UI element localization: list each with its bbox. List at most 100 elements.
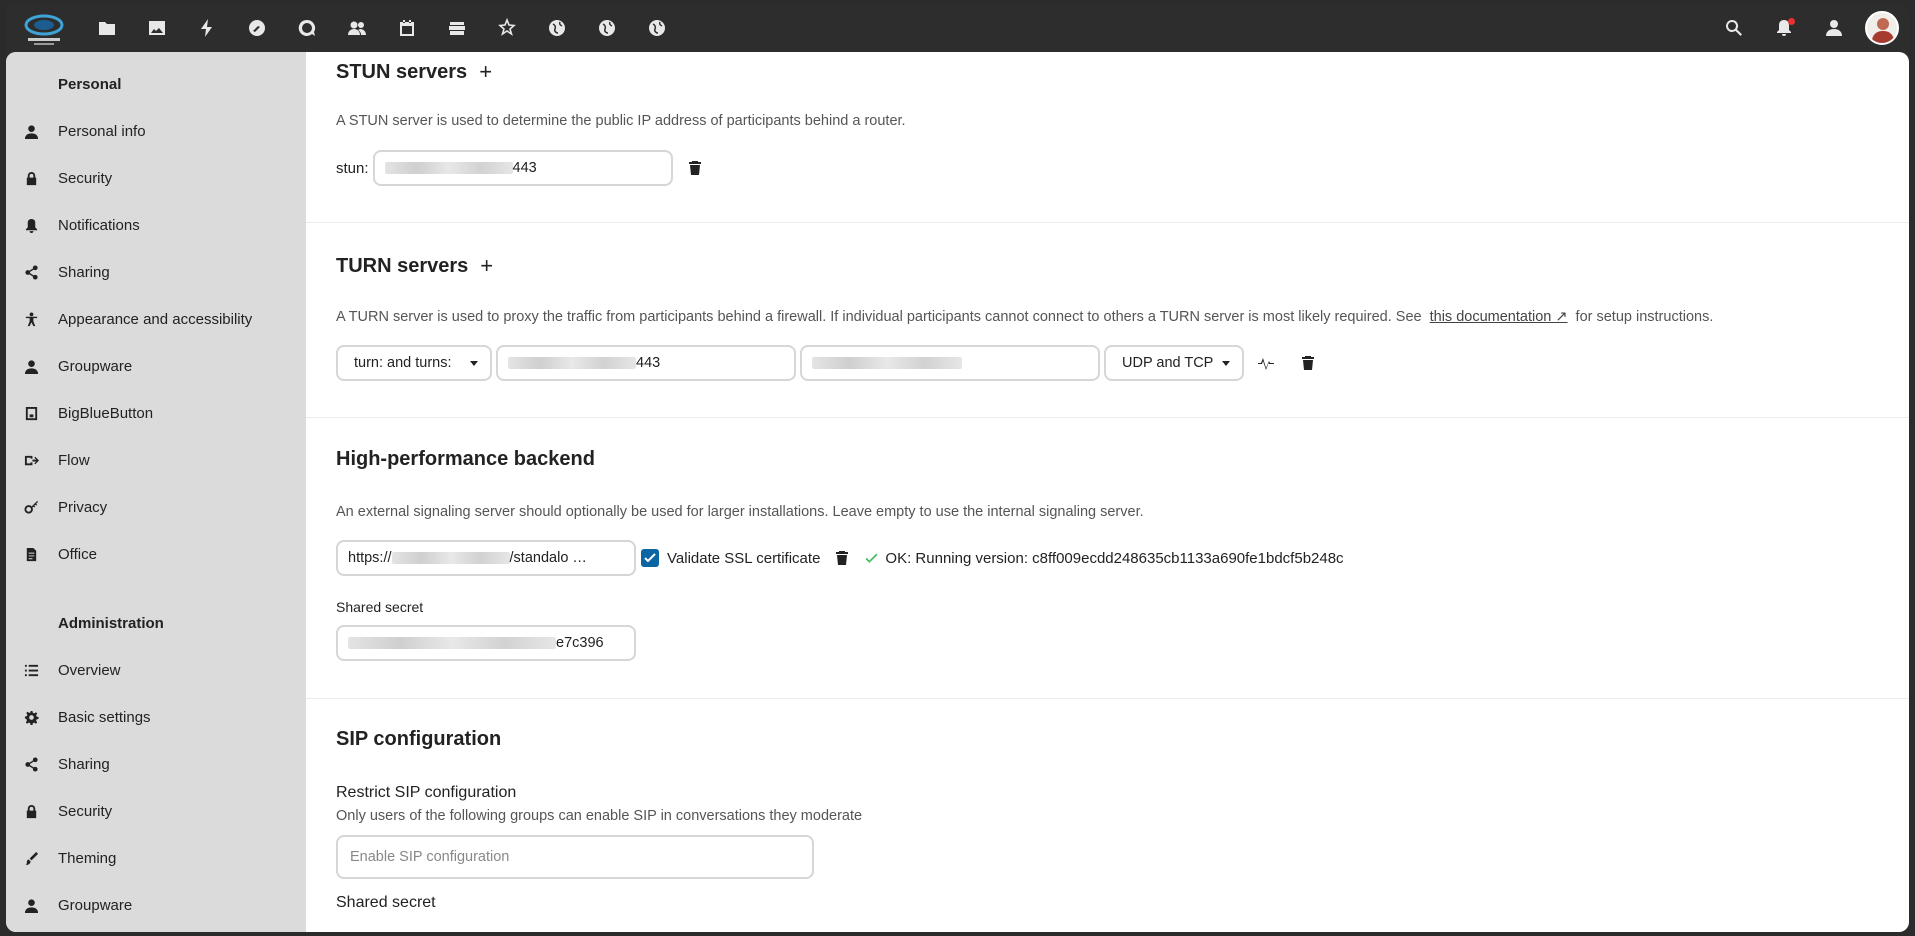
globe-icon[interactable] xyxy=(532,4,582,52)
sidebar-item-label: Personal info xyxy=(58,123,146,140)
redacted-value xyxy=(391,552,510,564)
sidebar-item-appearance-and-accessibility[interactable]: Appearance and accessibility xyxy=(6,296,306,343)
stun-title: STUN servers xyxy=(336,60,468,83)
restrict-sip-title: Restrict SIP configuration xyxy=(336,784,517,801)
sidebar-item-label: BigBlueButton xyxy=(58,405,154,422)
redacted-value xyxy=(384,162,513,174)
documentation-link[interactable]: this documentation ↗ xyxy=(1430,309,1568,325)
stun-server-input[interactable]: 443 xyxy=(372,150,673,186)
delete-stun-button[interactable] xyxy=(673,150,717,186)
share-icon xyxy=(24,757,58,772)
tools-icon[interactable] xyxy=(232,4,282,52)
stun-section: STUN servers + A STUN server is used to … xyxy=(306,52,1909,223)
content-area: Personal Personal info Security Notificati… xyxy=(6,52,1909,932)
turn-title: TURN servers xyxy=(336,254,469,277)
share-icon xyxy=(24,265,58,280)
accessibility-icon xyxy=(24,312,58,327)
sidebar-item-label: Flow xyxy=(58,452,90,469)
calendar-icon[interactable] xyxy=(382,4,432,52)
sidebar-item-label: Office xyxy=(58,546,97,563)
talk-icon[interactable] xyxy=(282,4,332,52)
group-icon xyxy=(24,359,58,374)
photos-icon[interactable] xyxy=(132,4,182,52)
sidebar-item-label: Security xyxy=(58,170,113,187)
trash-icon xyxy=(1302,356,1314,370)
sidebar-item-label: Theming xyxy=(58,850,117,867)
presentation-icon xyxy=(24,406,58,421)
sip-title: SIP configuration xyxy=(336,728,502,750)
turn-protocol-select[interactable]: UDP and TCP xyxy=(1104,345,1244,381)
personal-heading: Personal xyxy=(58,76,122,93)
sidebar-item-personal-info[interactable]: Personal info xyxy=(6,108,306,155)
settings-sidebar: Personal Personal info Security Notificati… xyxy=(6,52,306,932)
contacts-menu-icon[interactable] xyxy=(1809,4,1859,52)
restrict-sip-description: Only users of the following groups can e… xyxy=(336,808,863,824)
sidebar-item-notifications[interactable]: Notifications xyxy=(6,202,306,249)
delete-turn-button[interactable] xyxy=(1288,345,1328,381)
logo[interactable] xyxy=(20,8,68,48)
sidebar-item-bigbluebutton[interactable]: BigBlueButton xyxy=(6,390,306,437)
sidebar-item-security[interactable]: Security xyxy=(6,788,306,835)
sidebar-item-groupware[interactable]: Groupware xyxy=(6,882,306,929)
sip-shared-secret-label: Shared secret xyxy=(336,894,436,911)
gear-icon xyxy=(24,710,58,725)
globe-icon[interactable] xyxy=(582,4,632,52)
shared-secret-input[interactable]: e7c396 xyxy=(336,625,636,661)
contacts-icon[interactable] xyxy=(332,4,382,52)
test-turn-button[interactable] xyxy=(1244,345,1288,381)
sidebar-item-theming[interactable]: Theming xyxy=(6,835,306,882)
search-icon[interactable] xyxy=(1709,4,1759,52)
validate-ssl-checkbox[interactable] xyxy=(641,549,659,567)
hpb-title: High-performance backend xyxy=(336,448,595,470)
sidebar-item-privacy[interactable]: Privacy xyxy=(6,484,306,531)
sidebar-item-label: Basic settings xyxy=(58,709,151,726)
bell-icon[interactable] xyxy=(1759,4,1809,52)
turn-secret-input[interactable] xyxy=(800,345,1100,381)
sidebar-item-basic-settings[interactable]: Basic settings xyxy=(6,694,306,741)
admin-icon[interactable] xyxy=(482,4,532,52)
sip-section: SIP configuration Restrict SIP configura… xyxy=(306,699,1909,932)
sidebar-item-label: Privacy xyxy=(58,499,108,516)
stun-description: A STUN server is used to determine the p… xyxy=(336,113,906,129)
delete-signaling-button[interactable] xyxy=(820,540,864,576)
sidebar-item-security[interactable]: Security xyxy=(6,155,306,202)
hpb-section: High-performance backend An external sig… xyxy=(306,418,1909,699)
redacted-value xyxy=(348,637,556,649)
sidebar-item-label: Overview xyxy=(58,662,121,679)
hpb-description: An external signaling server should opti… xyxy=(336,504,1144,520)
flow-icon xyxy=(24,453,58,468)
sidebar-item-groupware[interactable]: Groupware xyxy=(6,343,306,390)
turn-section: TURN servers + A TURN server is used to … xyxy=(306,223,1909,418)
globe-icon[interactable] xyxy=(632,4,682,52)
add-turn-button[interactable]: + xyxy=(480,253,493,279)
signaling-status: OK: Running version: c8ff009ecdd248635cb… xyxy=(885,549,1344,567)
sidebar-item-label: Groupware xyxy=(58,358,133,375)
deck-icon[interactable] xyxy=(432,4,482,52)
pulse-icon xyxy=(1258,358,1274,370)
lock-icon xyxy=(24,171,58,186)
redacted-value xyxy=(812,357,962,369)
check-status-icon xyxy=(865,553,878,563)
chevron-down-icon xyxy=(1222,361,1230,366)
sidebar-item-office[interactable]: Office xyxy=(6,531,306,578)
redacted-value xyxy=(508,357,636,369)
files-icon[interactable] xyxy=(82,4,132,52)
sidebar-item-overview[interactable]: Overview xyxy=(6,647,306,694)
signaling-server-input[interactable]: https:///standalo … xyxy=(336,540,636,576)
sidebar-item-label: Sharing xyxy=(58,264,110,281)
add-stun-button[interactable]: + xyxy=(479,59,492,85)
turn-server-input[interactable]: 443 xyxy=(496,345,796,381)
sidebar-item-flow[interactable]: Flow xyxy=(6,437,306,484)
avatar[interactable] xyxy=(1865,11,1899,45)
sidebar-item-sharing[interactable]: Sharing xyxy=(6,249,306,296)
top-header xyxy=(6,4,1909,52)
validate-ssl-label[interactable]: Validate SSL certificate xyxy=(667,550,820,567)
sip-groups-input[interactable]: Enable SIP configuration xyxy=(336,835,814,879)
notification-dot xyxy=(1788,18,1795,25)
activity-icon[interactable] xyxy=(182,4,232,52)
stun-prefix: stun: xyxy=(336,159,369,177)
turn-scheme-select[interactable]: turn: and turns: xyxy=(336,345,492,381)
sidebar-item-sharing[interactable]: Sharing xyxy=(6,741,306,788)
brush-icon xyxy=(24,851,58,866)
user-icon xyxy=(24,124,58,139)
